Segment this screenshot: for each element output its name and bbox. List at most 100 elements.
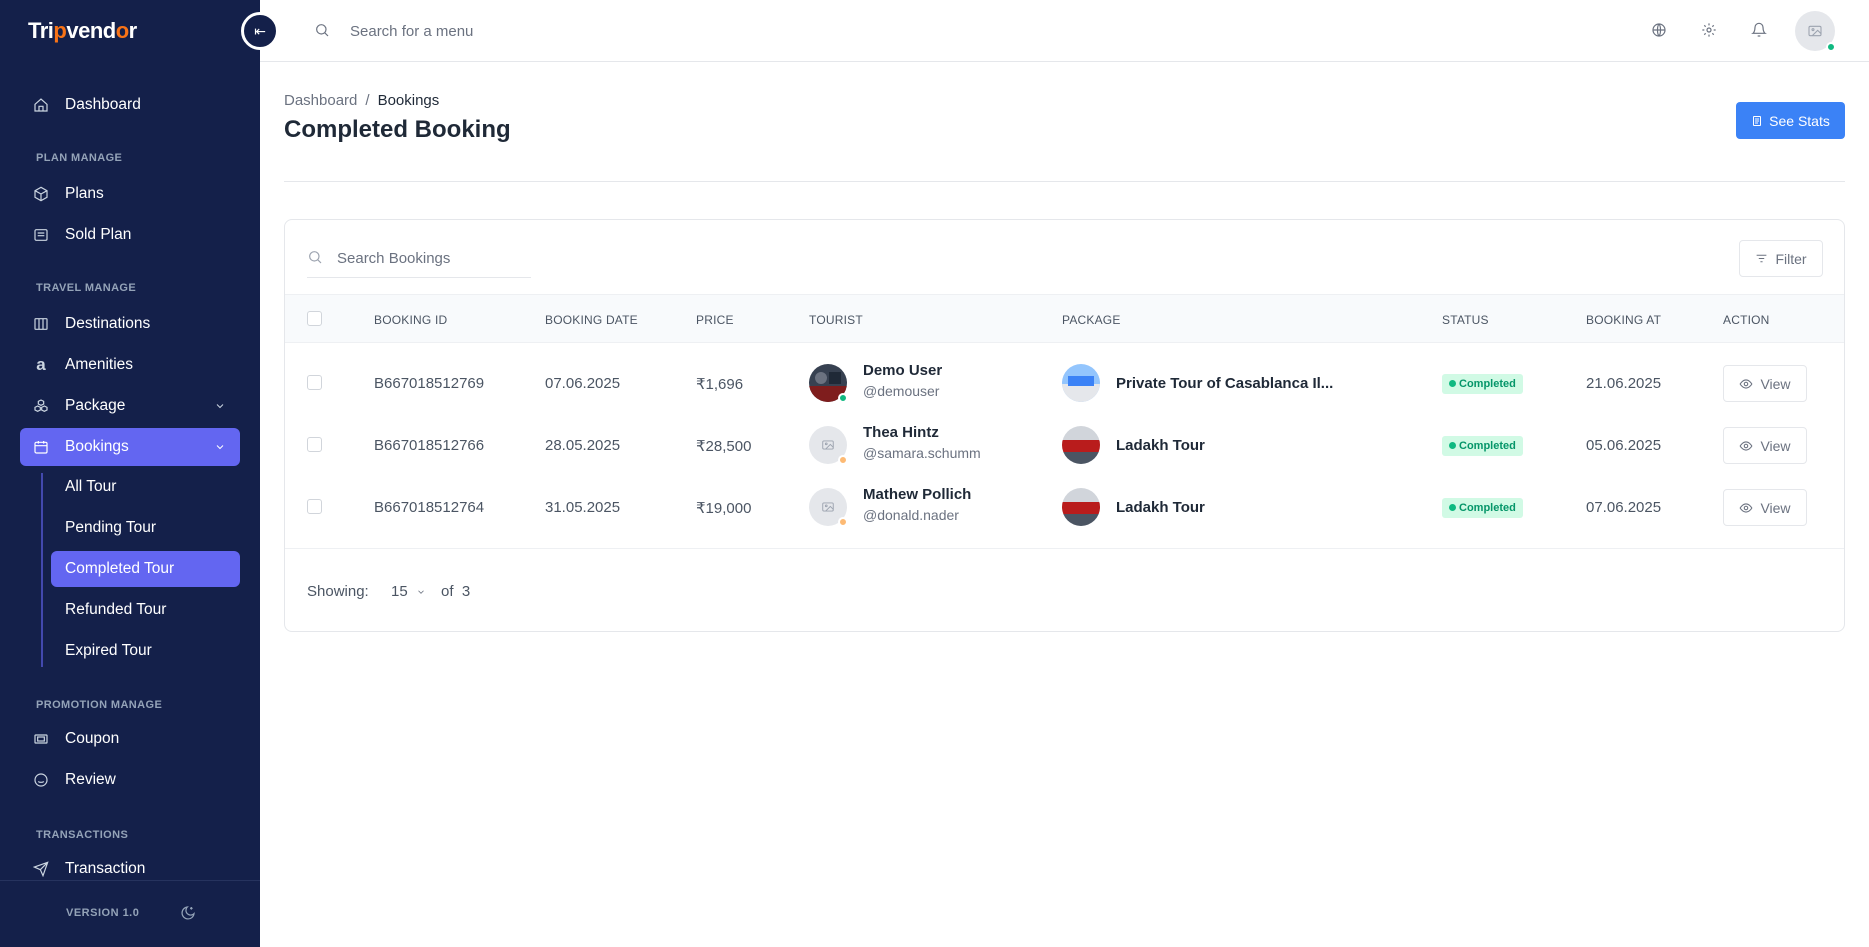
sidebar-item-plans[interactable]: Plans bbox=[20, 175, 240, 213]
tourist-avatar bbox=[809, 488, 848, 527]
price: ₹19,000 bbox=[696, 500, 752, 517]
column-header-status[interactable]: STATUS bbox=[1442, 313, 1489, 327]
sidebar-item-label: Transaction bbox=[65, 860, 146, 877]
tourist-avatar bbox=[809, 364, 848, 403]
app-logo[interactable]: Tripvendor bbox=[28, 18, 137, 44]
package-name[interactable]: Private Tour of Casablanca Il... bbox=[1116, 375, 1333, 392]
sidebar-subitem-pending-tour[interactable]: Pending Tour bbox=[51, 510, 240, 546]
view-button[interactable]: View bbox=[1723, 427, 1807, 464]
sidebar-subitem-all-tour[interactable]: All Tour bbox=[51, 469, 240, 505]
dark-mode-toggle-icon[interactable] bbox=[180, 905, 198, 923]
sidebar-item-package[interactable]: Package bbox=[20, 387, 240, 425]
breadcrumb-dashboard[interactable]: Dashboard bbox=[284, 92, 357, 109]
image-placeholder-icon bbox=[822, 440, 834, 450]
status-badge: Completed bbox=[1442, 436, 1523, 456]
package-name[interactable]: Ladakh Tour bbox=[1116, 437, 1205, 454]
booking-date: 28.05.2025 bbox=[545, 437, 621, 454]
sidebar-item-dashboard[interactable]: Dashboard bbox=[20, 86, 240, 124]
booking-at: 07.06.2025 bbox=[1586, 499, 1662, 516]
booking-id: B667018512766 bbox=[374, 437, 485, 454]
image-placeholder-icon bbox=[1808, 25, 1822, 37]
collapse-left-icon: ⇤ bbox=[254, 22, 266, 39]
column-header-booking-id[interactable]: BOOKING ID bbox=[374, 313, 447, 327]
package-photo bbox=[1062, 426, 1100, 464]
sidebar-item-amenities[interactable]: a Amenities bbox=[20, 346, 240, 384]
amenities-icon: a bbox=[36, 355, 46, 374]
page-title: Completed Booking bbox=[284, 116, 511, 143]
sidebar-item-destinations[interactable]: Destinations bbox=[20, 305, 240, 343]
row-checkbox[interactable] bbox=[307, 499, 322, 514]
online-status-dot bbox=[1826, 42, 1836, 52]
package-name[interactable]: Ladakh Tour bbox=[1116, 499, 1205, 516]
row-checkbox[interactable] bbox=[307, 375, 322, 390]
search-icon bbox=[307, 249, 325, 267]
package-thumbnail bbox=[1062, 488, 1100, 526]
tourist-status-dot bbox=[838, 455, 848, 465]
table-footer-divider bbox=[285, 548, 1844, 549]
column-header-booking-at[interactable]: BOOKING AT bbox=[1586, 313, 1661, 327]
section-label-transactions: TRANSACTIONS bbox=[36, 829, 129, 841]
table-row: B667018512769 07.06.2025 ₹1,696 Demo Use… bbox=[285, 353, 1844, 415]
view-button[interactable]: View bbox=[1723, 489, 1807, 526]
package-photo bbox=[1062, 364, 1100, 402]
bookings-card: Filter BOOKING ID BOOKING DATE PRICE TOU… bbox=[284, 219, 1845, 632]
table-row: B667018512764 31.05.2025 ₹19,000 Mathew … bbox=[285, 477, 1844, 539]
sidebar-item-review[interactable]: Review bbox=[20, 761, 240, 799]
bell-icon[interactable] bbox=[1751, 22, 1769, 40]
chevron-down-icon bbox=[417, 589, 424, 594]
booking-date: 07.06.2025 bbox=[545, 375, 621, 392]
table-header: BOOKING ID BOOKING DATE PRICE TOURIST PA… bbox=[285, 294, 1844, 343]
tourist-name: Thea Hintz bbox=[863, 424, 939, 441]
sidebar-item-label: Package bbox=[65, 397, 126, 414]
package-thumbnail bbox=[1062, 364, 1100, 402]
view-label: View bbox=[1760, 375, 1791, 392]
document-icon bbox=[1753, 115, 1762, 126]
tourist-handle: @demouser bbox=[863, 383, 940, 399]
sidebar-item-sold-plan[interactable]: Sold Plan bbox=[20, 216, 240, 254]
sidebar-item-label: Dashboard bbox=[65, 96, 141, 113]
view-button[interactable]: View bbox=[1723, 365, 1807, 402]
tourist-status-dot bbox=[838, 517, 848, 527]
sidebar-item-label: Coupon bbox=[65, 730, 120, 747]
eye-icon bbox=[1740, 440, 1753, 451]
sidebar-item-bookings[interactable]: Bookings bbox=[20, 428, 240, 466]
user-avatar[interactable] bbox=[1795, 11, 1836, 52]
menu-search-input[interactable] bbox=[350, 18, 650, 44]
column-header-price[interactable]: PRICE bbox=[696, 313, 734, 327]
sidebar-subitem-refunded-tour[interactable]: Refunded Tour bbox=[51, 592, 240, 628]
section-label-plan: PLAN MANAGE bbox=[36, 152, 123, 164]
booking-id: B667018512764 bbox=[374, 499, 485, 516]
sidebar-subitem-completed-tour[interactable]: Completed Tour bbox=[51, 551, 240, 587]
breadcrumb-current: Bookings bbox=[377, 92, 440, 109]
per-page-select[interactable]: 15 bbox=[391, 583, 426, 600]
total-count: of 3 bbox=[441, 583, 470, 600]
row-checkbox[interactable] bbox=[307, 437, 322, 452]
per-page-value: 15 bbox=[391, 583, 408, 600]
tourist-name: Demo User bbox=[863, 362, 943, 379]
bookings-search-input[interactable] bbox=[337, 244, 527, 272]
sidebar-footer: VERSION 1.0 bbox=[0, 880, 260, 947]
sidebar-item-label: Plans bbox=[65, 185, 104, 202]
send-icon bbox=[32, 860, 50, 878]
search-icon bbox=[314, 22, 332, 40]
gear-icon[interactable] bbox=[1701, 22, 1719, 40]
eye-icon bbox=[1740, 378, 1753, 389]
booking-date: 31.05.2025 bbox=[545, 499, 621, 516]
sidebar-collapse-button[interactable]: ⇤ bbox=[241, 12, 279, 50]
sidebar-subitem-expired-tour[interactable]: Expired Tour bbox=[51, 633, 240, 669]
section-label-travel: TRAVEL MANAGE bbox=[36, 282, 137, 294]
column-header-package[interactable]: PACKAGE bbox=[1062, 313, 1121, 327]
filter-button[interactable]: Filter bbox=[1739, 240, 1823, 277]
column-header-booking-date[interactable]: BOOKING DATE bbox=[545, 313, 638, 327]
see-stats-button[interactable]: See Stats bbox=[1736, 102, 1845, 139]
breadcrumb-separator: / bbox=[365, 92, 370, 109]
column-header-tourist[interactable]: TOURIST bbox=[809, 313, 863, 327]
price: ₹1,696 bbox=[696, 376, 744, 393]
select-all-checkbox[interactable] bbox=[307, 311, 322, 326]
tourist-avatar bbox=[809, 426, 848, 465]
globe-icon[interactable] bbox=[1651, 22, 1669, 40]
booking-at: 21.06.2025 bbox=[1586, 375, 1662, 392]
see-stats-label: See Stats bbox=[1769, 112, 1830, 129]
sidebar-item-coupon[interactable]: Coupon bbox=[20, 720, 240, 758]
ticket-icon bbox=[32, 730, 50, 748]
